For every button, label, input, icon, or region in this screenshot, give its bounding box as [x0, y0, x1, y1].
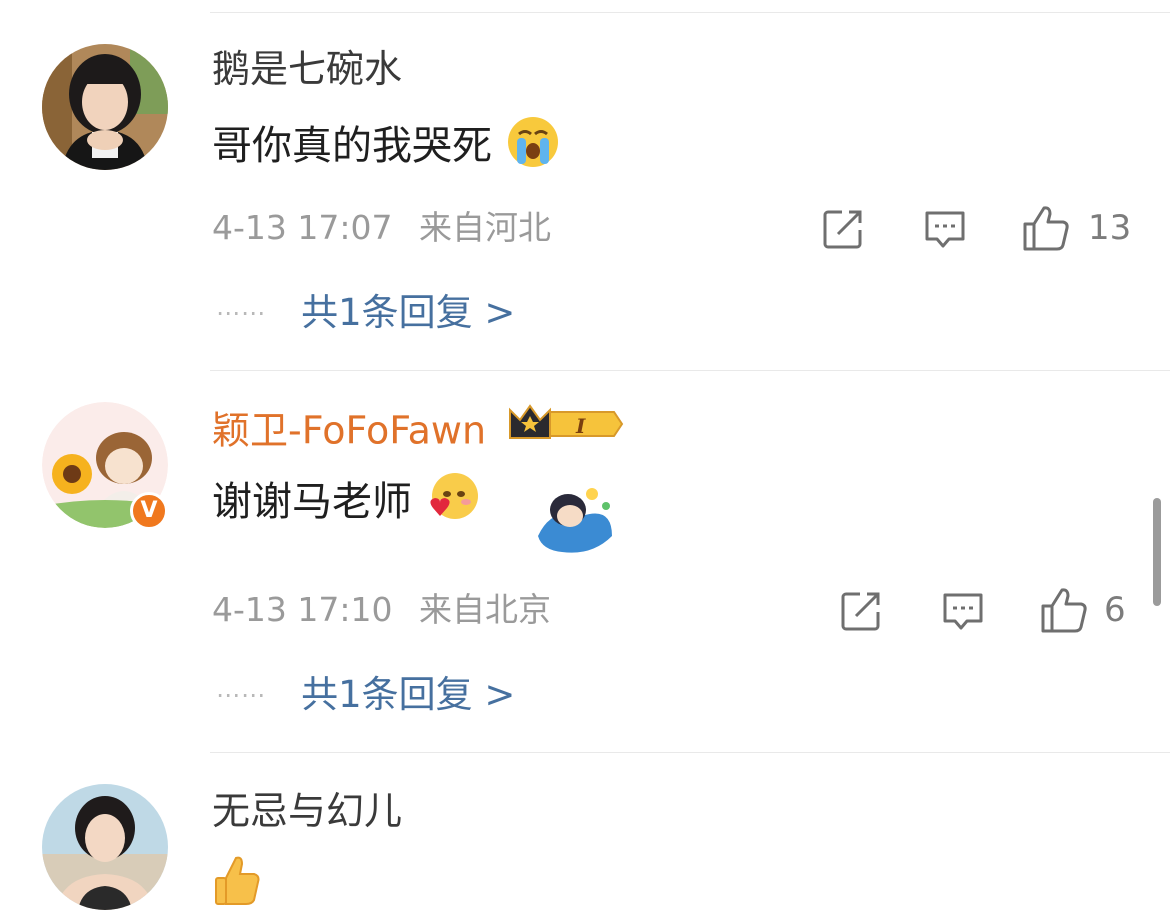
divider [210, 752, 1170, 753]
comment-icon[interactable] [940, 588, 986, 634]
comment-time: 4-13 17:10 [212, 590, 393, 629]
comment-text-body: 哥你真的我哭死 [212, 123, 492, 169]
avatar[interactable] [42, 44, 168, 170]
comment-text [212, 852, 264, 916]
repost-icon[interactable] [838, 588, 884, 634]
comment-text-body: 谢谢马老师 [212, 479, 412, 525]
vip-level-text: I [575, 414, 586, 438]
like-icon[interactable] [1022, 204, 1069, 251]
thumbs-up-icon [212, 852, 264, 916]
scrollbar[interactable] [1153, 498, 1161, 606]
replies-row: ⋯⋯ 共1条回复 > [216, 290, 515, 336]
loudly-crying-face-icon [505, 114, 561, 182]
view-replies-link[interactable]: 共1条回复 > [301, 290, 515, 336]
comment-meta: 4-13 17:07 来自河北 [212, 208, 567, 248]
username[interactable]: 鹅是七碗水 [212, 46, 402, 92]
blushing-heart-face-icon [425, 470, 481, 538]
comment-text: 谢谢马老师 [212, 470, 481, 538]
comment-icon[interactable] [922, 206, 968, 252]
replies-row: ⋯⋯ 共1条回复 > [216, 672, 515, 718]
comment-time: 4-13 17:07 [212, 208, 393, 247]
crown-vip-badge-icon: I [506, 402, 624, 456]
username[interactable]: 无忌与幻儿 [212, 788, 402, 834]
comment-location: 来自北京 [419, 590, 551, 629]
like-count: 6 [1104, 590, 1126, 630]
comment-meta: 4-13 17:10 来自北京 [212, 590, 567, 630]
like-count: 13 [1088, 208, 1132, 248]
divider [210, 12, 1170, 13]
divider [210, 370, 1170, 371]
verified-badge: V [130, 492, 168, 530]
repost-icon[interactable] [820, 206, 866, 252]
like-icon[interactable] [1040, 586, 1087, 633]
comment-text: 哥你真的我哭死 [212, 114, 561, 182]
username[interactable]: 颖卫-FoFoFawn I [212, 404, 624, 460]
sticker-decoration [532, 476, 618, 556]
ellipsis-icon: ⋯⋯ [216, 681, 266, 709]
comment-list: 鹅是七碗水 哥你真的我哭死 4-13 17:07 来自河北 13 ⋯⋯ 共1条回… [0, 0, 1170, 916]
view-replies-link[interactable]: 共1条回复 > [301, 672, 515, 718]
username-text: 颖卫-FoFoFawn [212, 408, 487, 453]
avatar[interactable]: V [42, 402, 168, 530]
comment-location: 来自河北 [419, 208, 551, 247]
avatar[interactable] [42, 784, 168, 910]
ellipsis-icon: ⋯⋯ [216, 299, 266, 327]
